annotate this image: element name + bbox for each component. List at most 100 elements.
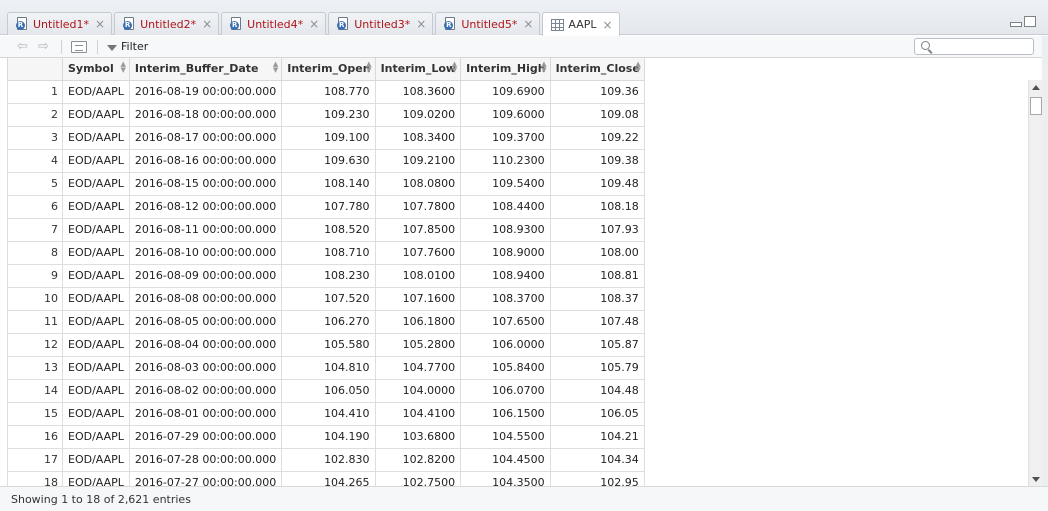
table-row: 11 EOD/AAPL 2016-08-05 00:00:00.000 106.270… [7,309,645,334]
table-row: 6 EOD/AAPL 2016-08-12 00:00:00.000 107.780 1… [7,194,645,219]
table-cell: EOD/AAPL [62,309,130,334]
sort-icon[interactable]: ▲ ▼ [121,61,126,74]
table-cell: 105.2800 [374,332,462,357]
table-cell: EOD/AAPL [62,102,130,127]
close-tab-icon[interactable]: × [523,18,533,30]
tab-untitled2[interactable]: R Untitled2* × [114,12,220,35]
row-number: 4 [7,148,63,173]
table-cell: EOD/AAPL [62,79,130,104]
sort-icon[interactable]: ▲ ▼ [366,61,371,74]
sort-icon[interactable]: ▲ ▼ [541,61,546,74]
tab-untitled1[interactable]: R Untitled1* × [7,12,113,35]
column-header[interactable]: Interim_Buffer_Date ▲ ▼ [128,58,283,81]
table-cell: EOD/AAPL [62,470,130,486]
table-cell: 2016-08-01 00:00:00.000 [128,401,283,426]
row-number: 6 [7,194,63,219]
table-cell: 106.1500 [460,401,551,426]
table-cell: 106.050 [281,378,376,403]
vertical-scrollbar[interactable] [1028,80,1042,486]
close-tab-icon[interactable]: × [202,18,212,30]
tab-untitled3[interactable]: R Untitled3* × [328,12,434,35]
table-cell: 104.0000 [374,378,462,403]
table-cell: EOD/AAPL [62,286,130,311]
table-row: 5 EOD/AAPL 2016-08-15 00:00:00.000 108.140 1… [7,171,645,196]
table-row: 1 EOD/AAPL 2016-08-19 00:00:00.000 108.770 1… [7,79,645,104]
table-cell: 108.140 [281,171,376,196]
table-cell: 105.8400 [460,355,551,380]
row-number: 17 [7,447,63,472]
scrollbar-thumb[interactable] [1030,97,1042,115]
scroll-down-icon[interactable] [1032,477,1040,482]
table-row: 12 EOD/AAPL 2016-08-04 00:00:00.000 105.580… [7,332,645,357]
search-box[interactable] [914,38,1034,55]
table-row: 13 EOD/AAPL 2016-08-03 00:00:00.000 104.810… [7,355,645,380]
table-cell: EOD/AAPL [62,447,130,472]
row-number: 8 [7,240,63,265]
table-cell: 106.270 [281,309,376,334]
close-tab-icon[interactable]: × [95,18,105,30]
sort-icon[interactable]: ▲ ▼ [273,61,278,74]
tab-untitled4[interactable]: R Untitled4* × [221,12,327,35]
tab-untitled5[interactable]: R Untitled5* × [435,12,541,35]
table-cell: 2016-08-10 00:00:00.000 [128,240,283,265]
table-cell: EOD/AAPL [62,171,130,196]
table-cell: 2016-08-03 00:00:00.000 [128,355,283,380]
sort-icon[interactable]: ▲ ▼ [452,61,457,74]
forward-arrow-icon[interactable]: ⇨ [38,40,52,53]
table-cell: EOD/AAPL [62,240,130,265]
table-cell: 2016-08-09 00:00:00.000 [128,263,283,288]
search-icon [921,41,930,50]
table-cell: 108.230 [281,263,376,288]
column-header[interactable]: Interim_Close ▲ ▼ [549,58,645,81]
filter-button[interactable]: Filter [107,40,148,53]
table-cell: 108.770 [281,79,376,104]
sort-icon[interactable]: ▲ ▼ [635,61,640,74]
column-header[interactable]: Interim_Low ▲ ▼ [374,58,462,81]
table-cell: 109.6000 [460,102,551,127]
table-cell: EOD/AAPL [62,378,130,403]
table-cell: 2016-08-04 00:00:00.000 [128,332,283,357]
table-cell: 2016-08-17 00:00:00.000 [128,125,283,150]
table-cell: 107.6500 [460,309,551,334]
table-cell: 109.0200 [374,102,462,127]
table-cell: 104.190 [281,424,376,449]
close-tab-icon[interactable]: × [416,18,426,30]
column-header[interactable]: Interim_High ▲ ▼ [460,58,551,81]
table-cell: 105.79 [549,355,645,380]
table-cell: 102.95 [549,470,645,486]
back-arrow-icon[interactable]: ⇦ [17,40,31,53]
minimize-pane-button[interactable] [1010,22,1022,27]
close-tab-icon[interactable]: × [309,18,319,30]
table-cell: 109.6900 [460,79,551,104]
table-cell: 108.520 [281,217,376,242]
column-header-label: Interim_Low [380,62,457,76]
table-row: 10 EOD/AAPL 2016-08-08 00:00:00.000 107.520… [7,286,645,311]
column-header[interactable]: Symbol ▲ ▼ [62,58,130,81]
tab-aapl[interactable]: AAPL × [542,12,620,36]
close-tab-icon[interactable]: × [603,19,613,31]
data-table: Symbol ▲ ▼ Interim_Buffer_Date ▲ ▼ Interim_Ope… [7,58,645,486]
tab-label: Untitled4* [247,17,304,31]
table-cell: 104.810 [281,355,376,380]
table-cell: 108.3600 [374,79,462,104]
table-cell: 109.3700 [460,125,551,150]
scroll-up-icon[interactable] [1032,85,1040,90]
table-cell: 104.21 [549,424,645,449]
tab-label: Untitled5* [461,17,518,31]
column-header-label: Interim_Close [555,62,640,76]
table-cell: 102.7500 [374,470,462,486]
maximize-pane-button[interactable] [1024,16,1036,27]
search-input[interactable] [935,40,1031,53]
table-row: 9 EOD/AAPL 2016-08-09 00:00:00.000 108.230 1… [7,263,645,288]
table-cell: 107.7600 [374,240,462,265]
row-number: 5 [7,171,63,196]
data-grid-icon [551,18,565,31]
filter-label: Filter [121,40,149,53]
table-cell: 104.265 [281,470,376,486]
table-cell: 109.100 [281,125,376,150]
column-header[interactable]: Interim_Open ▲ ▼ [281,58,376,81]
table-row: 4 EOD/AAPL 2016-08-16 00:00:00.000 109.630 1… [7,148,645,173]
table-cell: EOD/AAPL [62,194,130,219]
table-cell: 107.8500 [374,217,462,242]
show-in-window-icon[interactable] [71,41,87,53]
